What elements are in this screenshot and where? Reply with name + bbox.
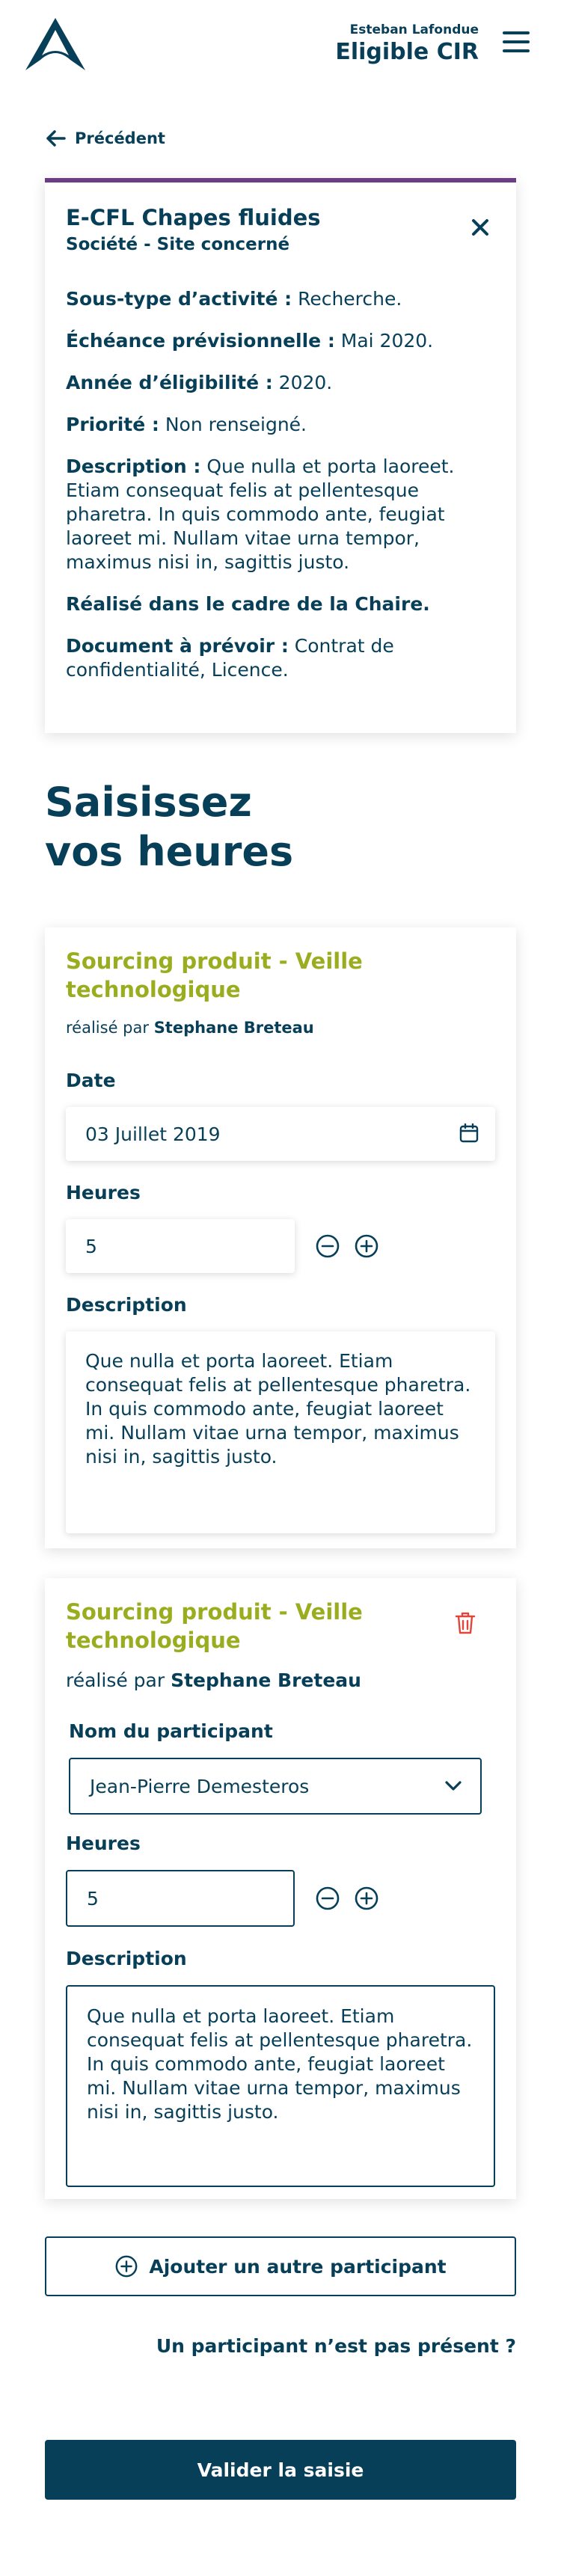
user-name: Esteban Lafondue: [349, 22, 479, 37]
entry-title: Sourcing produit - Veille technologique: [66, 1599, 363, 1653]
entry-author: réalisé par Stephane Breteau: [66, 1669, 361, 1691]
hours-entry-card: Sourcing produit - Veille technologique …: [45, 927, 516, 1548]
detail-chaire: Réalisé dans le cadre de la Chaire.: [66, 593, 430, 615]
participant-label: Nom du participant: [69, 1720, 273, 1742]
calendar-icon[interactable]: [459, 1123, 479, 1143]
entry-author: réalisé par Stephane Breteau: [66, 1019, 314, 1037]
detail-deadline: Échéance prévisionnelle : Mai 2020.: [66, 330, 434, 352]
project-details: Sous-type d’activité : Recherche. Échéan…: [66, 287, 485, 700]
description-label: Description: [66, 1948, 187, 1969]
user-status: Eligible CIR: [335, 39, 479, 65]
close-icon[interactable]: [471, 218, 489, 236]
hours-label: Heures: [66, 1182, 141, 1203]
hours-input[interactable]: 5: [66, 1219, 295, 1273]
hamburger-menu-icon[interactable]: [503, 31, 530, 55]
detail-documents: Document à prévoir : Contrat de confiden…: [66, 635, 394, 681]
app-header: Esteban Lafondue Eligible CIR: [0, 0, 561, 97]
detail-subtype: Sous-type d’activité : Recherche.: [66, 288, 402, 310]
chevron-down-icon: [445, 1781, 462, 1791]
description-textarea[interactable]: Que nulla et porta laoreet. Etiam conseq…: [66, 1331, 495, 1533]
plus-circle-icon[interactable]: [354, 1886, 379, 1911]
hours-label: Heures: [66, 1833, 141, 1854]
trash-icon[interactable]: [455, 1611, 476, 1635]
project-info-card: E-CFL Chapes fluides Société - Site conc…: [45, 178, 516, 733]
description-textarea[interactable]: Que nulla et porta laoreet. Etiam conseq…: [66, 1985, 495, 2187]
minus-circle-icon[interactable]: [315, 1886, 340, 1911]
project-subtitle: Société - Site concerné: [66, 235, 290, 254]
back-link[interactable]: Précédent: [45, 127, 165, 150]
participant-select[interactable]: Jean-Pierre Demesteros: [69, 1758, 482, 1815]
hours-input[interactable]: 5: [66, 1870, 295, 1927]
plus-circle-icon[interactable]: [354, 1233, 379, 1259]
hours-section-title: Saisissez vos heures: [45, 779, 294, 875]
date-label: Date: [66, 1070, 116, 1091]
hours-entry-card: Sourcing produit - Veille technologique …: [45, 1578, 516, 2199]
project-title: E-CFL Chapes fluides: [66, 205, 321, 230]
detail-year: Année d’éligibilité : 2020.: [66, 372, 333, 393]
submit-label: Valider la saisie: [197, 2459, 364, 2481]
arrow-left-icon: [46, 130, 66, 147]
detail-description: Description : Que nulla et porta laoreet…: [66, 456, 455, 573]
entry-title: Sourcing produit - Veille technologique: [66, 948, 363, 1002]
company-logo[interactable]: [24, 16, 87, 73]
plus-circle-icon: [115, 2255, 138, 2278]
add-participant-label: Ajouter un autre participant: [149, 2255, 447, 2278]
missing-participant-link[interactable]: Un participant n’est pas présent ?: [156, 2335, 516, 2357]
add-participant-button[interactable]: Ajouter un autre participant: [45, 2236, 516, 2296]
detail-priority: Priorité : Non renseigné.: [66, 414, 307, 435]
minus-circle-icon[interactable]: [315, 1233, 340, 1259]
back-label: Précédent: [75, 129, 165, 147]
date-input[interactable]: 03 Juillet 2019: [66, 1107, 495, 1161]
submit-button[interactable]: Valider la saisie: [45, 2440, 516, 2500]
description-label: Description: [66, 1294, 187, 1316]
